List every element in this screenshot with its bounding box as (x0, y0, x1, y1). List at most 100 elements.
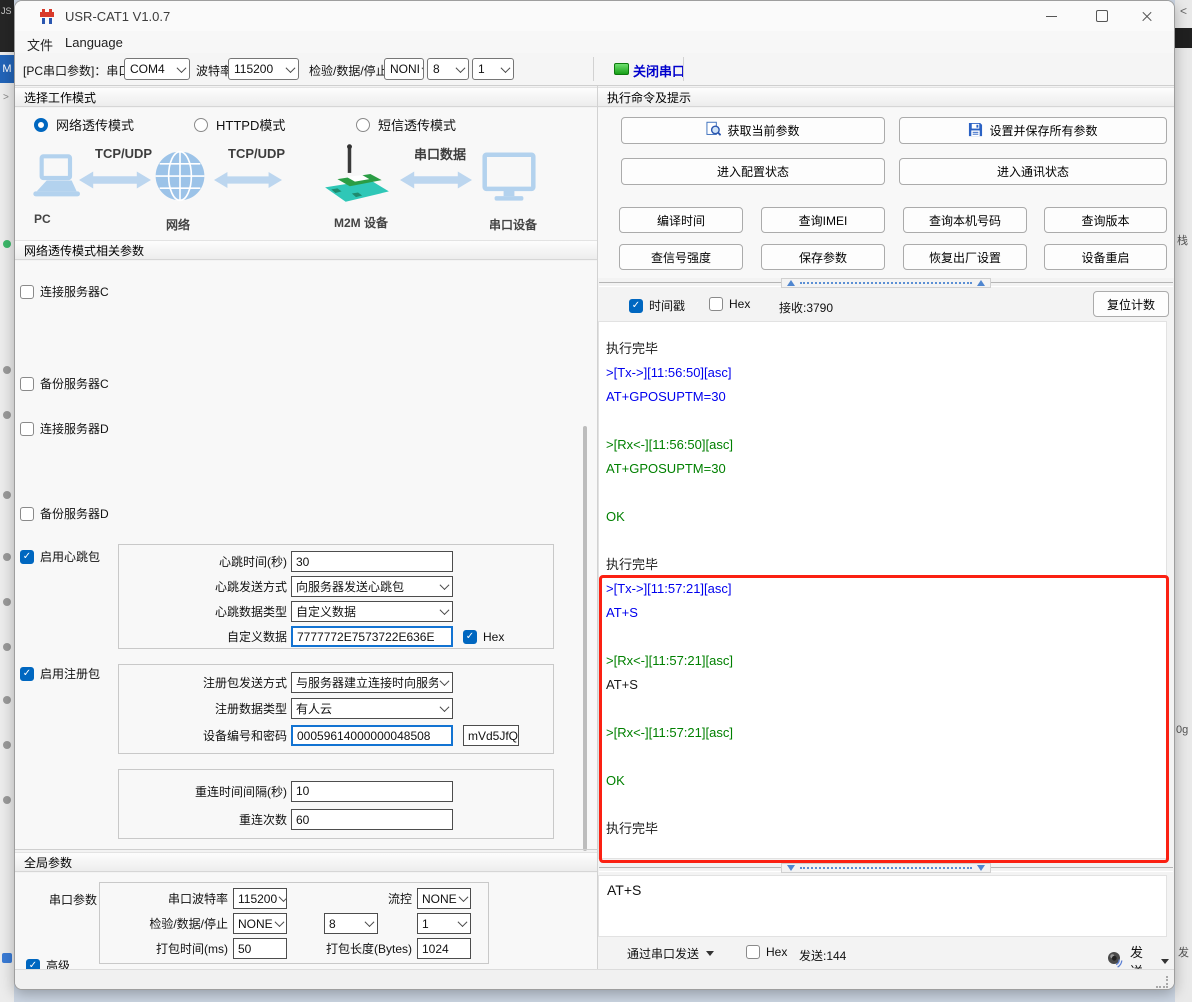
set-save-all-params-button[interactable]: 设置并保存所有参数 (899, 117, 1167, 144)
checkbox-hb-hex[interactable]: Hex (463, 630, 547, 644)
query-signal-button[interactable]: 查信号强度 (619, 244, 743, 270)
log-line (606, 409, 1166, 433)
background-fragment: 发 (1178, 944, 1189, 960)
chevron-down-icon (177, 63, 187, 73)
databits-select[interactable]: 8 (427, 58, 469, 80)
checkbox-connect-server-c[interactable]: 连接服务器C (20, 283, 109, 300)
gl-baud-select[interactable]: 115200 (233, 888, 287, 909)
hb-type-label: 心跳数据类型 (215, 603, 287, 620)
send-via-serial-dropdown[interactable]: 通过串口发送 (627, 945, 714, 962)
enter-config-state-button[interactable]: 进入配置状态 (621, 158, 885, 185)
gl-stopbits-select[interactable]: 1 (417, 913, 471, 934)
reg-type-label: 注册数据类型 (215, 700, 287, 717)
save-params-button[interactable]: 保存参数 (761, 244, 885, 270)
reconnect-count-input[interactable]: 60 (291, 809, 453, 830)
log-splitter[interactable] (599, 278, 1173, 288)
get-current-params-button[interactable]: 获取当前参数 (621, 117, 885, 144)
checkbox-enable-heartbeat[interactable]: 启用心跳包 (20, 548, 100, 565)
checkbox-send-hex[interactable]: Hex (746, 945, 787, 959)
send-splitter[interactable] (599, 863, 1173, 873)
chevron-down-icon (458, 917, 468, 927)
radio-label: 网络透传模式 (56, 115, 134, 134)
reg-mode-select[interactable]: 与服务器建立连接时向服务 (291, 672, 453, 693)
hb-mode-select[interactable]: 向服务器发送心跳包 (291, 576, 453, 597)
log-line: 执行完毕 (606, 337, 1166, 361)
hb-data-input[interactable]: 7777772E7573722E636E (291, 626, 453, 647)
button-label: 查询版本 (1081, 212, 1129, 229)
parity-select[interactable]: NONI (384, 58, 424, 80)
checkbox-log-hex[interactable]: Hex (709, 297, 750, 311)
device-restart-button[interactable]: 设备重启 (1044, 244, 1167, 270)
status-dot (3, 598, 11, 606)
close-serial-button[interactable]: 关闭串口 (633, 61, 685, 80)
hb-time-input[interactable]: 30 (291, 551, 453, 572)
log-line: 执行完毕 (606, 817, 1166, 841)
gl-parity-select[interactable]: NONE (233, 913, 287, 934)
global-params-header: 全局参数 (15, 852, 597, 872)
background-fragment: 栈 (1177, 232, 1188, 248)
checkbox-backup-server-d[interactable]: 备份服务器D (20, 505, 109, 522)
gl-packlen-input[interactable]: 1024 (417, 938, 471, 959)
hb-mode-label: 心跳发送方式 (215, 578, 287, 595)
send-text-input[interactable]: AT+S (598, 875, 1167, 937)
log-output-area[interactable]: 执行完毕 >[Tx->][11:56:50][asc] AT+GPOSUPTM=… (598, 321, 1167, 859)
checkbox-enable-register[interactable]: 启用注册包 (20, 665, 100, 682)
chevron-down-icon (274, 917, 284, 927)
dropdown-label: 通过串口发送 (627, 945, 699, 962)
left-panel-scrollbar[interactable] (583, 426, 587, 851)
close-icon (1141, 10, 1153, 22)
chevron-down-icon (440, 580, 450, 590)
gl-databits-select[interactable]: 8 (324, 913, 378, 934)
menu-language[interactable]: Language (59, 33, 129, 52)
double-arrow-icon (214, 168, 282, 197)
gl-flow-select[interactable]: NONE (417, 888, 471, 909)
gl-parity-label: 检验/数据/停止 (149, 915, 228, 932)
divider (15, 849, 597, 850)
log-line: OK (606, 769, 1166, 793)
work-mode-panel: 网络透传模式 HTTPD模式 短信透传模式 PC TCP/UDP 网络 TCP/… (15, 108, 597, 240)
splitter-handle[interactable] (781, 863, 991, 873)
checkbox-label: 备份服务器D (40, 505, 109, 522)
checkbox-backup-server-c[interactable]: 备份服务器C (20, 375, 109, 392)
sent-count: 发送:144 (799, 947, 846, 964)
query-local-number-button[interactable]: 查询本机号码 (903, 207, 1027, 233)
query-imei-button[interactable]: 查询IMEI (761, 207, 885, 233)
gl-packtime-input[interactable]: 50 (233, 938, 287, 959)
query-version-button[interactable]: 查询版本 (1044, 207, 1167, 233)
log-line: >[Tx->][11:57:21][asc] (606, 577, 1166, 601)
background-window-right: < 栈 0g 发 (1175, 0, 1192, 1002)
radio-httpd-mode[interactable]: HTTPD模式 (194, 115, 285, 134)
factory-reset-button[interactable]: 恢复出厂设置 (903, 244, 1027, 270)
reg-id-input[interactable]: 00059614000000048508 (291, 725, 453, 746)
compile-time-button[interactable]: 编译时间 (619, 207, 743, 233)
checkbox-connect-server-d[interactable]: 连接服务器D (20, 420, 109, 437)
hb-type-select[interactable]: 自定义数据 (291, 601, 453, 622)
com-port-select[interactable]: COM4 (124, 58, 190, 80)
radio-net-mode[interactable]: 网络透传模式 (34, 115, 134, 134)
enter-comm-state-button[interactable]: 进入通讯状态 (899, 158, 1167, 185)
reg-password-input[interactable]: mVd5JfQ (463, 725, 519, 746)
hb-data-label: 自定义数据 (227, 628, 287, 645)
reset-count-button[interactable]: 复位计数 (1093, 291, 1169, 317)
checkbox-timestamp[interactable]: 时间戳 (629, 297, 685, 314)
double-arrow-icon (79, 168, 151, 197)
background-dark-block: JS (0, 0, 14, 52)
minimize-button[interactable] (1029, 1, 1074, 31)
log-line: >[Tx->][11:56:50][asc] (606, 361, 1166, 385)
radio-sms-mode[interactable]: 短信透传模式 (356, 115, 456, 134)
chevron-down-icon (286, 63, 296, 73)
maximize-button[interactable] (1079, 1, 1124, 31)
resize-grip-icon[interactable] (1156, 976, 1168, 988)
reconnect-interval-input[interactable]: 10 (291, 781, 453, 802)
splitter-handle[interactable] (781, 278, 991, 288)
serial-params-label: 串口参数 (49, 891, 97, 908)
close-button[interactable] (1124, 1, 1169, 31)
baud-select[interactable]: 115200 (228, 58, 299, 80)
stopbits-select[interactable]: 1 (472, 58, 514, 80)
network-node-label: 网络 (166, 216, 190, 233)
background-dark-block (1175, 28, 1192, 48)
maximize-icon (1096, 10, 1108, 22)
reg-type-select[interactable]: 有人云 (291, 698, 453, 719)
checkbox-label: 连接服务器C (40, 283, 109, 300)
log-line: OK (606, 505, 1166, 529)
